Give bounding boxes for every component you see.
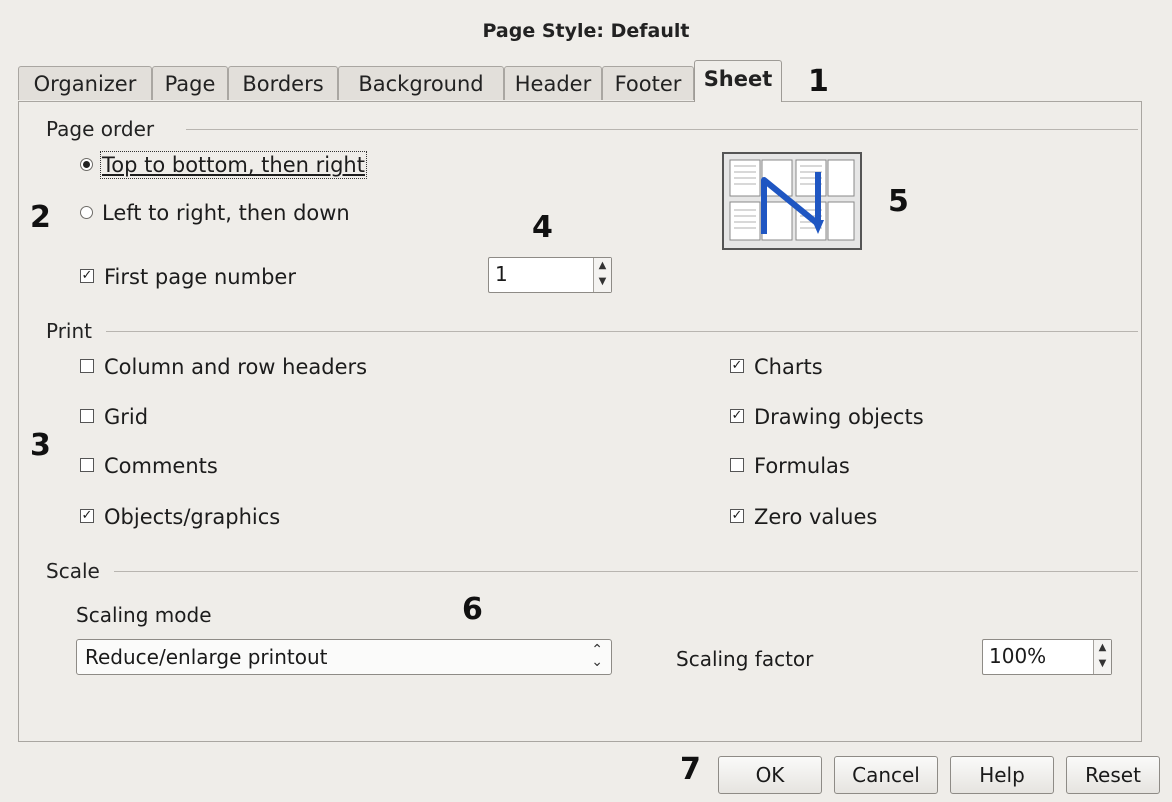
checkbox-checked-icon: ✓ bbox=[730, 508, 744, 523]
charts-label: Charts bbox=[754, 355, 823, 379]
tab-header[interactable]: Header bbox=[504, 66, 602, 100]
tab-borders[interactable]: Borders bbox=[228, 66, 338, 100]
page-order-heading: Page order bbox=[46, 117, 155, 141]
radio-unselected-icon bbox=[80, 205, 93, 219]
callout-2: 2 bbox=[30, 200, 51, 235]
callout-7: 7 bbox=[680, 752, 701, 787]
checkbox-checked-icon: ✓ bbox=[730, 408, 744, 423]
formulas-label: Formulas bbox=[754, 454, 850, 478]
first-page-number-value: 1 bbox=[495, 262, 508, 286]
tab-sheet[interactable]: Sheet bbox=[694, 60, 782, 102]
comments-label: Comments bbox=[104, 454, 218, 478]
scaling-factor-label: Scaling factor bbox=[676, 647, 814, 671]
comments-checkbox[interactable]: Comments bbox=[80, 454, 218, 478]
tab-page[interactable]: Page bbox=[152, 66, 228, 100]
scaling-factor-value: 100% bbox=[989, 644, 1047, 668]
scaling-mode-label: Scaling mode bbox=[76, 603, 212, 627]
scale-divider bbox=[114, 571, 1138, 572]
column-row-headers-checkbox[interactable]: Column and row headers bbox=[80, 355, 367, 379]
radio-left-to-right[interactable]: Left to right, then down bbox=[80, 201, 350, 225]
radio-top-to-bottom[interactable]: Top to bottom, then right bbox=[80, 151, 367, 179]
page-order-preview-icon bbox=[722, 152, 862, 250]
callout-6: 6 bbox=[462, 592, 483, 627]
tab-organizer[interactable]: Organizer bbox=[18, 66, 152, 100]
dialog-title: Page Style: Default bbox=[482, 20, 690, 42]
help-button[interactable]: Help bbox=[950, 756, 1054, 794]
scaling-mode-value: Reduce/enlarge printout bbox=[85, 645, 328, 669]
charts-checkbox[interactable]: ✓ Charts bbox=[730, 355, 823, 379]
reset-button[interactable]: Reset bbox=[1066, 756, 1160, 794]
radio-top-to-bottom-label: Top to bottom, then right bbox=[100, 151, 367, 179]
combo-updown-icon: ⌃ ⌄ bbox=[591, 642, 603, 670]
checkbox-checked-icon: ✓ bbox=[730, 358, 744, 373]
tab-footer[interactable]: Footer bbox=[602, 66, 694, 100]
spin-arrows-icon[interactable]: ▲ ▼ bbox=[593, 258, 611, 292]
objects-graphics-checkbox[interactable]: ✓ Objects/graphics bbox=[80, 505, 280, 529]
scaling-factor-spinner[interactable]: 100% ▲ ▼ bbox=[982, 639, 1112, 675]
page-order-divider bbox=[186, 129, 1138, 130]
tab-background[interactable]: Background bbox=[338, 66, 504, 100]
first-page-number-spinner[interactable]: 1 ▲ ▼ bbox=[488, 257, 612, 293]
objects-graphics-label: Objects/graphics bbox=[104, 505, 281, 529]
checkbox-unchecked-icon bbox=[80, 458, 94, 472]
drawing-objects-checkbox[interactable]: ✓ Drawing objects bbox=[730, 405, 924, 429]
formulas-checkbox[interactable]: Formulas bbox=[730, 454, 850, 478]
checkbox-checked-icon: ✓ bbox=[80, 508, 94, 523]
callout-1: 1 bbox=[808, 64, 829, 99]
drawing-objects-label: Drawing objects bbox=[754, 405, 924, 429]
radio-selected-icon bbox=[80, 157, 93, 171]
first-page-number-label: First page number bbox=[104, 265, 296, 289]
checkbox-checked-icon: ✓ bbox=[80, 268, 94, 283]
checkbox-unchecked-icon bbox=[730, 458, 744, 472]
spin-arrows-icon[interactable]: ▲ ▼ bbox=[1093, 640, 1111, 674]
grid-label: Grid bbox=[104, 405, 149, 429]
column-row-headers-label: Column and row headers bbox=[104, 355, 368, 379]
print-heading: Print bbox=[46, 319, 93, 343]
checkbox-unchecked-icon bbox=[80, 409, 94, 423]
radio-left-to-right-label: Left to right, then down bbox=[102, 201, 350, 225]
grid-checkbox[interactable]: Grid bbox=[80, 405, 148, 429]
print-divider bbox=[106, 331, 1138, 332]
callout-3: 3 bbox=[30, 428, 51, 463]
zero-values-label: Zero values bbox=[754, 505, 878, 529]
first-page-number-checkbox[interactable]: ✓ First page number bbox=[80, 265, 296, 289]
scaling-mode-select[interactable]: Reduce/enlarge printout ⌃ ⌄ bbox=[76, 639, 612, 675]
ok-button[interactable]: OK bbox=[718, 756, 822, 794]
callout-4: 4 bbox=[532, 210, 553, 245]
checkbox-unchecked-icon bbox=[80, 359, 94, 373]
cancel-button[interactable]: Cancel bbox=[834, 756, 938, 794]
zero-values-checkbox[interactable]: ✓ Zero values bbox=[730, 505, 877, 529]
callout-5: 5 bbox=[888, 184, 909, 219]
scale-heading: Scale bbox=[46, 559, 100, 583]
